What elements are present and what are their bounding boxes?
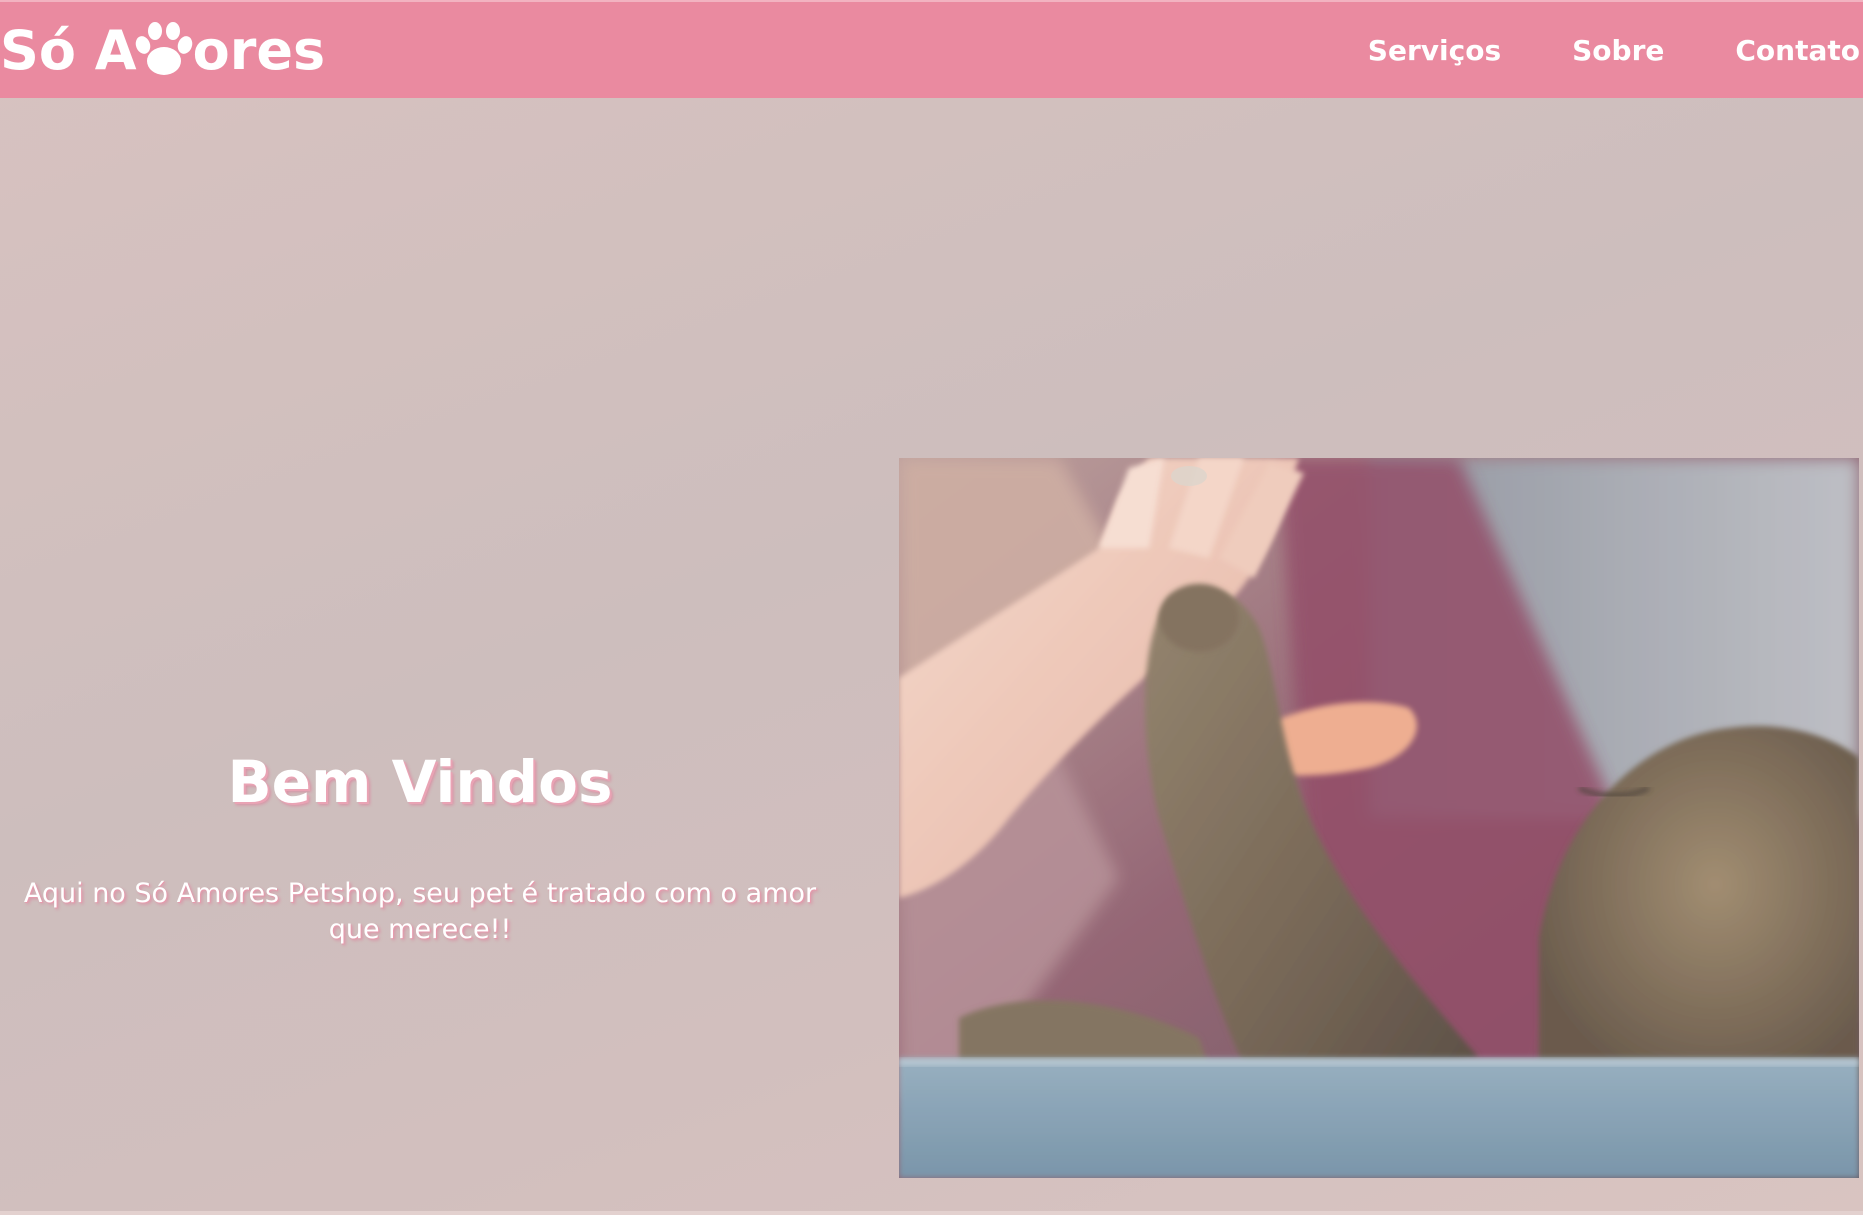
- logo-text-start: Só A: [0, 18, 137, 82]
- hero-title: Bem Vindos: [227, 748, 613, 816]
- nav-link-servicos[interactable]: Serviços: [1368, 34, 1501, 67]
- hero-subtitle: Aqui no Só Amores Petshop, seu pet é tra…: [23, 878, 817, 945]
- page-bottom-divider: [0, 1211, 1863, 1215]
- top-navbar: Só A ores Serviços Sobre Contato: [0, 0, 1863, 98]
- main-nav: Serviços Sobre Contato: [1368, 2, 1863, 98]
- logo-text-end: ores: [192, 18, 326, 82]
- nav-link-sobre[interactable]: Sobre: [1572, 34, 1664, 67]
- paw-icon: [133, 21, 195, 79]
- site-logo[interactable]: Só A ores: [0, 10, 325, 90]
- hero-photo: [899, 458, 1859, 1178]
- nav-link-contato[interactable]: Contato: [1735, 34, 1860, 67]
